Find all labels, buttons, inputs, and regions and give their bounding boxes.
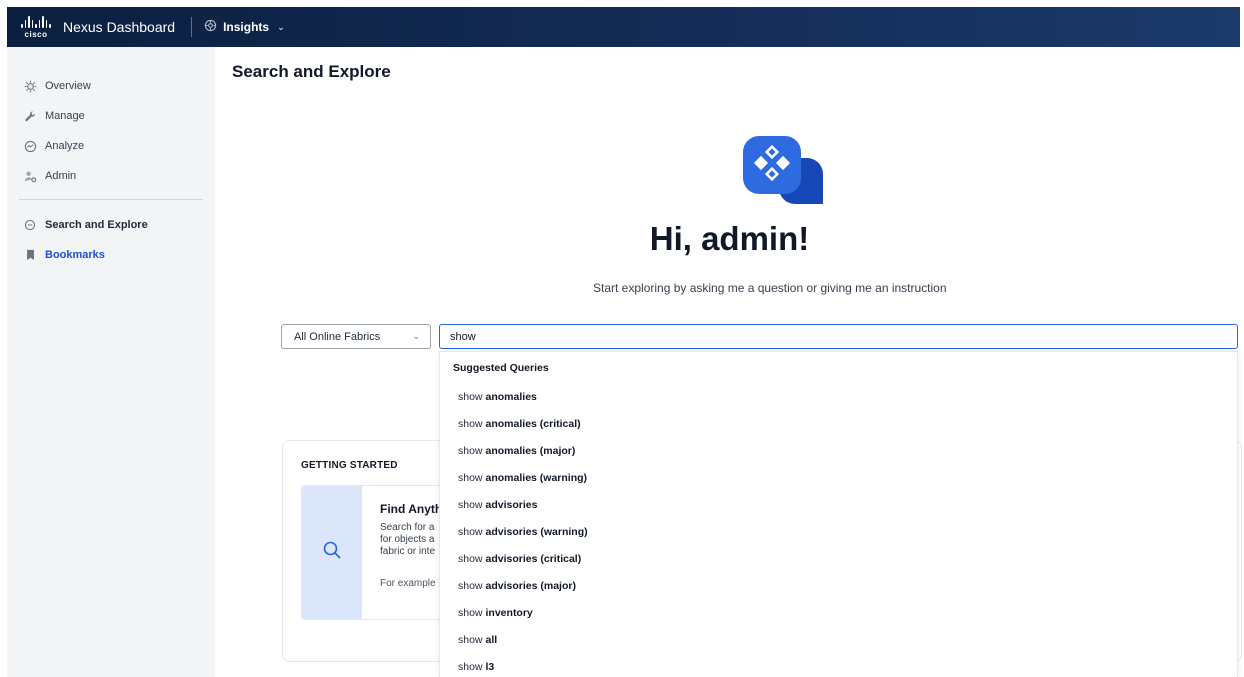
suggestion-prefix: show: [458, 606, 483, 619]
suggestion-prefix: show: [458, 525, 483, 538]
cisco-logo-bars: [21, 15, 51, 28]
suggestion-prefix: show: [458, 498, 483, 511]
app-title[interactable]: Nexus Dashboard: [63, 19, 175, 35]
suggestion-keyword: anomalies (critical): [485, 417, 581, 430]
suggestion-prefix: show: [458, 660, 483, 673]
service-label: Insights: [223, 20, 270, 34]
tile-icon-panel: [302, 486, 362, 619]
page-title: Search and Explore: [232, 62, 391, 81]
topbar-divider: [191, 17, 193, 37]
suggestion-prefix: show: [458, 444, 483, 457]
sidebar-divider: [19, 199, 203, 200]
sidebar-item-admin[interactable]: Admin: [7, 161, 215, 191]
cisco-wordmark: cisco: [24, 29, 48, 39]
suggestion-item[interactable]: show advisories: [440, 491, 1237, 518]
chevron-down-icon: ⌄: [412, 331, 420, 341]
suggestion-prefix: show: [458, 552, 483, 565]
suggestion-keyword: inventory: [485, 606, 533, 619]
search-input[interactable]: [439, 324, 1238, 349]
service-switcher[interactable]: Insights ⌄: [204, 19, 285, 35]
overview-icon: [23, 79, 37, 93]
suggestion-item[interactable]: show anomalies: [440, 383, 1237, 410]
suggestion-keyword: advisories (major): [485, 579, 576, 592]
search-icon: [322, 540, 342, 565]
suggestion-prefix: show: [458, 579, 483, 592]
suggestions-header: Suggested Queries: [453, 361, 549, 374]
analyze-icon: [23, 139, 37, 153]
sidebar-item-manage[interactable]: Manage: [7, 101, 215, 131]
suggestion-keyword: advisories: [485, 498, 538, 511]
tile-example: For example: [380, 578, 436, 589]
suggestion-keyword: advisories (critical): [485, 552, 582, 565]
suggestion-prefix: show: [458, 633, 483, 646]
sidebar-item-label: Manage: [45, 110, 85, 122]
sidebar-item-label: Admin: [45, 170, 77, 182]
suggestion-keyword: l3: [485, 660, 495, 673]
suggestion-item[interactable]: show advisories (critical): [440, 545, 1237, 572]
sidebar-item-label: Overview: [45, 80, 91, 92]
greeting-heading: Hi, admin!: [649, 220, 810, 257]
cisco-logo[interactable]: cisco: [21, 15, 51, 39]
suggestion-keyword: anomalies: [485, 390, 537, 403]
top-navigation-bar: cisco Nexus Dashboard Insights ⌄: [7, 7, 1240, 47]
suggestion-item[interactable]: show advisories (warning): [440, 518, 1237, 545]
subtitle-text: Start exploring by asking me a question …: [593, 281, 947, 295]
suggestions-dropdown: Suggested Queries show anomalies show anoma…: [439, 351, 1238, 677]
suggestion-item[interactable]: show anomalies (major): [440, 437, 1237, 464]
suggestion-item[interactable]: show inventory: [440, 599, 1237, 626]
wrench-icon: [23, 109, 37, 123]
suggestions-list: show anomalies show anomalies (critical) sho…: [440, 383, 1237, 677]
getting-started-title: GETTING STARTED: [301, 460, 398, 471]
suggestion-item[interactable]: show advisories (major): [440, 572, 1237, 599]
sidebar: Overview Manage Analyze Admin Search and…: [7, 47, 215, 677]
admin-icon: [23, 169, 37, 183]
sidebar-item-overview[interactable]: Overview: [7, 71, 215, 101]
suggestion-item[interactable]: show anomalies (critical): [440, 410, 1237, 437]
insights-icon: [204, 19, 217, 35]
fabric-select-value: All Online Fabrics: [294, 330, 381, 343]
greeting-subtitle: Start exploring by asking me a question …: [0, 281, 1244, 295]
sidebar-item-label: Analyze: [45, 140, 85, 152]
suggestion-item[interactable]: show anomalies (warning): [440, 464, 1237, 491]
suggestion-keyword: advisories (warning): [485, 525, 588, 538]
fabric-select[interactable]: All Online Fabrics ⌄: [281, 324, 431, 349]
chat-assistant-icon: [741, 136, 825, 206]
suggestion-prefix: show: [458, 390, 483, 403]
suggestion-keyword: all: [485, 633, 498, 646]
suggestion-prefix: show: [458, 471, 483, 484]
tile-title: Find Anyth: [380, 502, 443, 516]
suggestion-prefix: show: [458, 417, 483, 430]
suggestion-keyword: anomalies (warning): [485, 471, 588, 484]
sidebar-item-analyze[interactable]: Analyze: [7, 131, 215, 161]
suggestion-item[interactable]: show all: [440, 626, 1237, 653]
chevron-down-icon: ⌄: [277, 21, 285, 32]
suggestion-keyword: anomalies (major): [485, 444, 576, 457]
suggestion-item[interactable]: show l3: [440, 653, 1237, 677]
